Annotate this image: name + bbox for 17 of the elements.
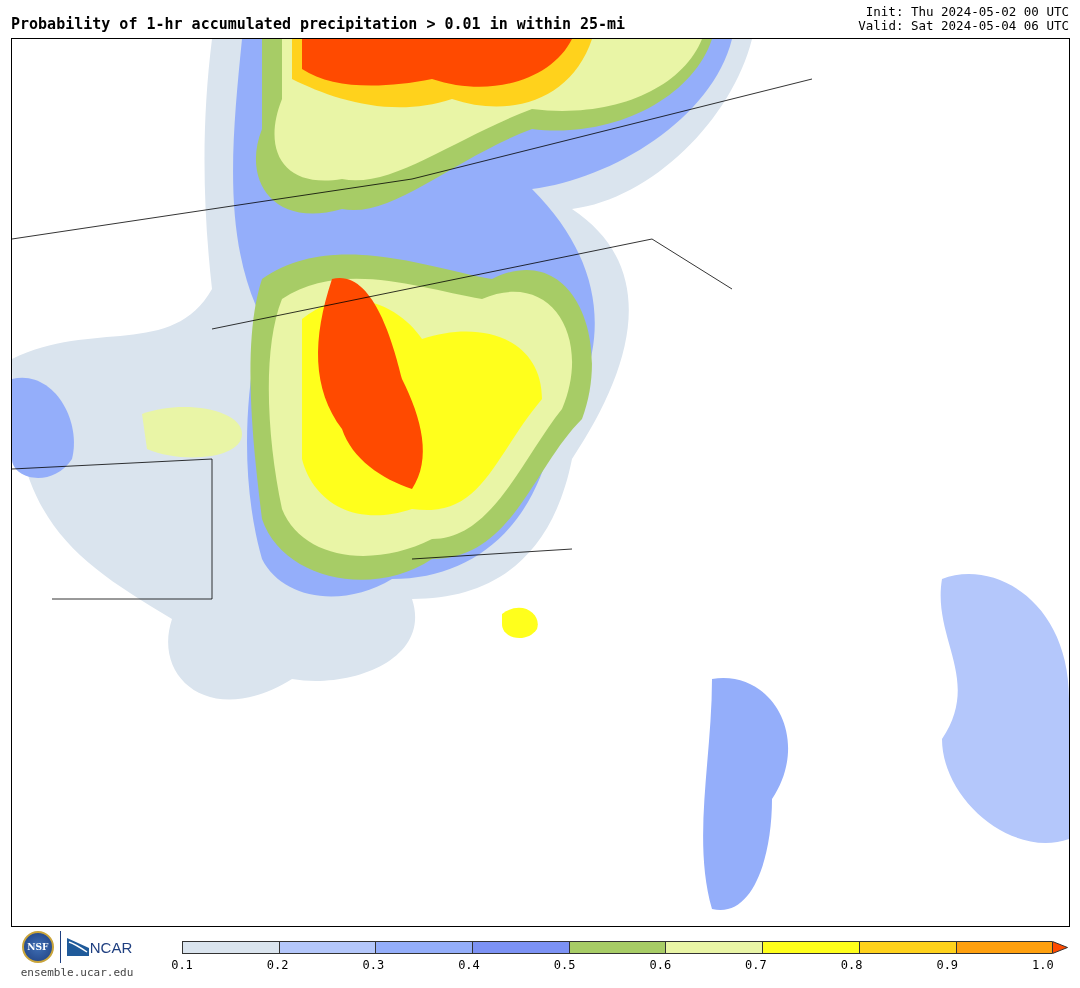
tick-label: 1.0 bbox=[1031, 958, 1055, 972]
tick-label: 0.6 bbox=[648, 958, 673, 972]
tick-label: 0.1 bbox=[170, 958, 194, 972]
wave-icon bbox=[66, 938, 89, 956]
tick-label: 0.7 bbox=[744, 958, 768, 972]
tick-label: 0.5 bbox=[552, 958, 577, 972]
init-time: Init: Thu 2024-05-02 00 UTC bbox=[865, 5, 1069, 19]
tick-label: 0.9 bbox=[935, 958, 960, 972]
tick-label: 0.3 bbox=[361, 958, 386, 972]
valid-time: Valid: Sat 2024-05-04 06 UTC bbox=[858, 19, 1069, 33]
tick-label: 0.8 bbox=[839, 958, 864, 972]
tick-label: 0.4 bbox=[457, 958, 481, 972]
tick-label: 0.2 bbox=[265, 958, 290, 972]
ncar-logo: NCAR bbox=[89, 938, 133, 956]
nsf-logo: NSF bbox=[21, 931, 54, 963]
site-url: ensemble.ucar.edu bbox=[20, 966, 134, 979]
chart-title: Probability of 1-hr accumulated precipitation > 0.01 in within 25-mi bbox=[11, 15, 626, 33]
